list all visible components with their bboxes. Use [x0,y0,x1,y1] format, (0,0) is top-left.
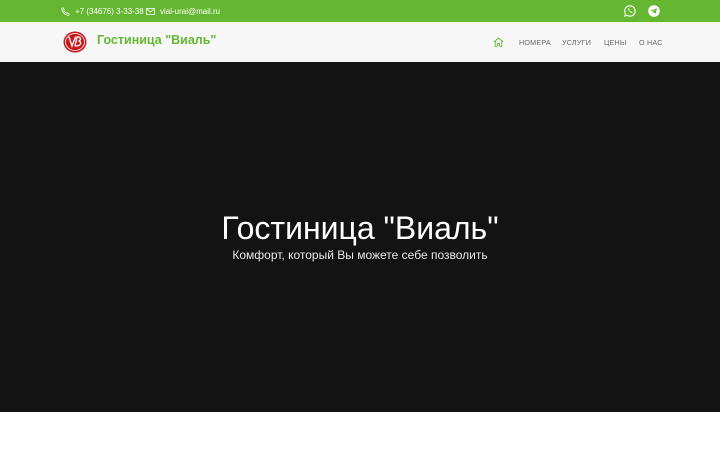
hotel-logo[interactable] [63,31,87,53]
hero-title: Гостиница "Виаль" [221,210,499,246]
telegram-link[interactable] [648,5,660,17]
email-address: vial-urai@mail.ru [160,6,221,16]
hero-banner: Гостиница "Виаль" Комфорт, который Вы мо… [0,62,720,412]
home-icon [493,37,504,47]
top-contact-bar: +7 (34676) 3-33-38 vial-urai@mail.ru [0,0,720,22]
phone-contact[interactable]: +7 (34676) 3-33-38 [61,0,144,22]
nav-prices[interactable]: ЦЕНЫ [604,22,626,62]
mail-icon [146,7,155,15]
phone-number: +7 (34676) 3-33-38 [75,6,144,16]
nav-rooms[interactable]: НОМЕРА [519,22,551,62]
hero-subtitle: Комфорт, который Вы можете себе позволит… [232,248,488,262]
telegram-icon [648,5,660,17]
hotel-logo-icon [63,31,87,53]
nav-about[interactable]: О НАС [639,22,663,62]
nav-services[interactable]: УСЛУГИ [562,22,591,62]
nav-home[interactable] [493,22,504,62]
phone-icon [61,6,70,16]
whatsapp-link[interactable] [624,5,636,17]
whatsapp-icon [624,5,636,17]
site-title[interactable]: Гостиница "Виаль" [97,33,216,47]
email-contact[interactable]: vial-urai@mail.ru [146,0,220,22]
site-header: Гостиница "Виаль" НОМЕРА УСЛУГИ ЦЕНЫ О Н… [0,22,720,62]
